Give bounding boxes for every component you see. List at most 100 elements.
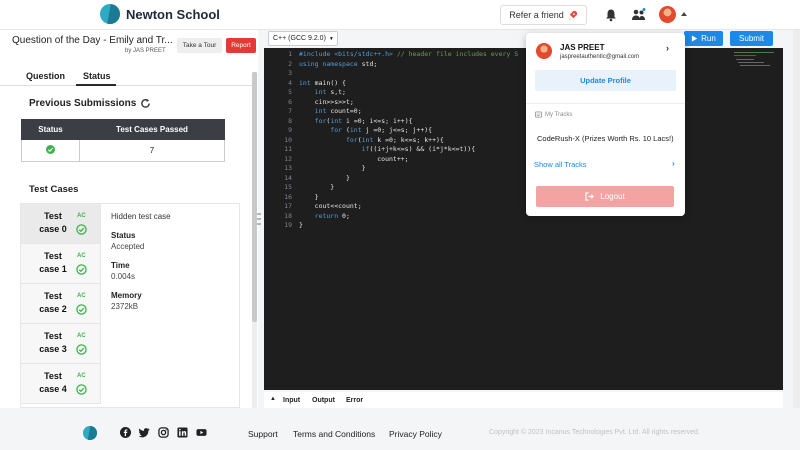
check-circle-icon: [76, 264, 87, 275]
language-select[interactable]: C++ (GCC 9.2.0) ▼: [268, 31, 338, 46]
code-token: main() {: [310, 78, 346, 87]
line-number: 7: [288, 107, 292, 115]
check-circle-icon: [76, 344, 87, 355]
code-token: int: [330, 116, 343, 125]
run-label: Run: [701, 34, 716, 43]
tab-input[interactable]: Input: [283, 397, 300, 404]
ac-badge: AC: [77, 293, 86, 299]
line-number: 14: [284, 173, 292, 182]
brand[interactable]: Newton School: [100, 4, 220, 24]
dropdown-user-name[interactable]: JAS PREET: [560, 43, 604, 52]
my-tracks-label: My Tracks: [545, 111, 573, 118]
detail-heading: Hidden test case: [111, 212, 171, 221]
detail-status-key: Status: [111, 231, 136, 240]
profile-avatar[interactable]: [659, 6, 676, 23]
bell-icon[interactable]: [604, 8, 618, 22]
code-token: ((i+j+k<=s) && (i*j*k<=t)){: [369, 145, 476, 153]
report-button[interactable]: Report: [226, 38, 256, 53]
language-value: C++ (GCC 9.2.0): [273, 35, 326, 42]
splitter-handle-icon[interactable]: [257, 212, 261, 226]
logout-button[interactable]: Logout: [536, 186, 674, 207]
line-number: 11: [284, 145, 292, 153]
test-case-item-4[interactable]: Test case 4 AC: [21, 364, 101, 404]
chevron-right-icon[interactable]: ›: [666, 43, 669, 53]
check-circle-icon: [76, 224, 87, 235]
table-row[interactable]: 7: [21, 139, 225, 162]
test-case-label: Test case 3: [39, 331, 67, 354]
chevron-right-icon[interactable]: ›: [672, 159, 675, 168]
code-token: int: [299, 78, 311, 87]
youtube-icon[interactable]: [196, 427, 207, 438]
editor-minimap[interactable]: [734, 50, 779, 70]
active-tab-indicator: [76, 84, 116, 86]
update-profile-button[interactable]: Update Profile: [535, 70, 676, 91]
check-circle-icon: [46, 145, 55, 154]
submit-button[interactable]: Submit: [730, 31, 773, 46]
line-number: 18: [284, 211, 292, 220]
io-tabs: ▲ Input Output Error: [264, 392, 783, 408]
tab-status[interactable]: Status: [83, 71, 111, 81]
code-token: int: [349, 126, 362, 134]
code-token: s,t;: [326, 88, 346, 96]
line-number: 3: [288, 69, 292, 77]
footer-link-terms[interactable]: Terms and Conditions: [293, 429, 375, 439]
code-token: i =0; i<=s; i++){: [342, 116, 413, 125]
take-tour-button[interactable]: Take a Tour: [177, 38, 222, 53]
tab-error[interactable]: Error: [346, 397, 363, 404]
footer-link-support[interactable]: Support: [248, 429, 278, 439]
twitter-icon[interactable]: [139, 427, 150, 438]
footer-link-privacy[interactable]: Privacy Policy: [389, 429, 442, 439]
previous-submissions-title: Previous Submissions: [29, 98, 137, 109]
line-number: 2: [288, 59, 292, 68]
refer-label: Refer a friend: [509, 10, 564, 20]
newton-logo-icon: [100, 4, 120, 24]
line-number: 9: [288, 126, 292, 134]
line-number: 10: [284, 135, 292, 144]
rocket-icon: [568, 10, 577, 20]
code-token: if: [299, 145, 370, 153]
test-case-item-3[interactable]: Test case 3 AC: [21, 324, 101, 364]
footer-logo-icon[interactable]: [83, 426, 97, 440]
test-case-item-1[interactable]: Test case 1 AC: [21, 244, 101, 284]
code-token: j =0; j<=s; j++){: [361, 126, 433, 134]
refresh-icon[interactable]: [140, 98, 151, 109]
left-scrollbar[interactable]: [252, 72, 257, 408]
chevron-up-icon[interactable]: ▲: [270, 396, 276, 402]
brand-name: Newton School: [126, 6, 220, 22]
column-status: Status: [21, 119, 80, 140]
line-number: 1: [288, 50, 292, 58]
test-case-label: Test case 1: [39, 251, 67, 274]
run-button[interactable]: Run: [684, 31, 723, 46]
left-scrollbar-thumb[interactable]: [252, 72, 257, 322]
track-item[interactable]: CodeRush-X (Prizes Worth Rs. 10 Lacs!): [537, 134, 674, 143]
refer-friend-button[interactable]: Refer a friend: [500, 5, 587, 25]
line-number: 19: [284, 221, 292, 229]
footer: Support Terms and Conditions Privacy Pol…: [0, 414, 800, 450]
test-case-label: Test case 0: [39, 211, 67, 234]
code-editor[interactable]: 1 2 3 4 5 6 7 8 9 10 11 12 13 14 15 16 1…: [264, 48, 783, 390]
caret-up-icon[interactable]: [681, 12, 687, 16]
dropdown-avatar[interactable]: [536, 43, 552, 59]
tab-output[interactable]: Output: [312, 397, 335, 404]
linkedin-icon[interactable]: [177, 427, 188, 438]
ac-badge: AC: [77, 373, 86, 379]
check-circle-icon: [76, 384, 87, 395]
community-icon[interactable]: [631, 8, 646, 22]
submission-status-cell: [21, 139, 80, 162]
tab-question[interactable]: Question: [26, 71, 65, 81]
test-cases-box: Test case 0 AC Test case 1 AC Test case …: [20, 203, 240, 408]
test-case-item-2[interactable]: Test case 2 AC: [21, 284, 101, 324]
test-case-item-0[interactable]: Test case 0 AC: [21, 204, 101, 244]
submissions-header-row: Status Test Cases Passed: [21, 119, 225, 140]
instagram-icon[interactable]: [158, 427, 169, 438]
detail-time-value: 0.004s: [111, 272, 136, 281]
code-comment: // header file includes every S: [396, 50, 519, 58]
previous-submissions-heading: Previous Submissions: [29, 98, 151, 109]
code-token: #include <bits/stdc++.h>: [299, 50, 397, 58]
ac-badge: AC: [77, 213, 86, 219]
ac-badge: AC: [77, 253, 86, 259]
line-number: 16: [284, 192, 292, 201]
page-scrollbar[interactable]: [793, 30, 800, 408]
facebook-icon[interactable]: [120, 427, 131, 438]
show-all-tracks-link[interactable]: Show all Tracks: [534, 160, 587, 169]
